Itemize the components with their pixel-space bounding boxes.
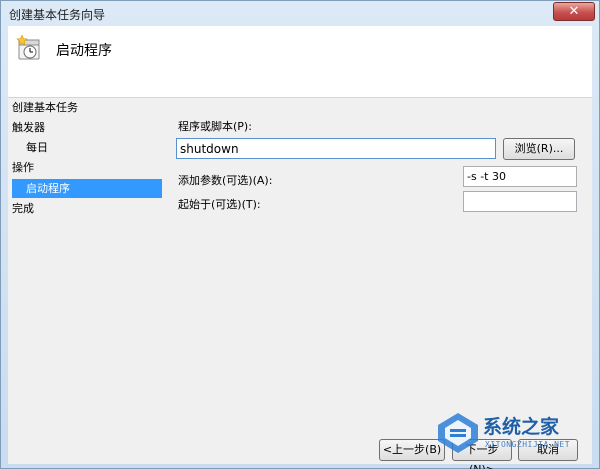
close-icon: ✕	[568, 4, 580, 19]
step-item-finish: 完成	[12, 202, 34, 215]
browse-button[interactable]: 浏览(R)...	[503, 138, 575, 160]
close-button[interactable]: ✕	[553, 2, 595, 21]
program-label: 程序或脚本(P):	[178, 120, 252, 133]
args-label: 添加参数(可选)(A):	[178, 174, 273, 187]
task-clock-icon	[16, 35, 40, 60]
args-input[interactable]	[463, 166, 577, 187]
start-in-label: 起始于(可选)(T):	[178, 198, 261, 211]
page-title: 启动程序	[56, 43, 112, 59]
program-input[interactable]	[176, 138, 496, 159]
wizard-header: 启动程序	[8, 26, 592, 98]
wizard-window: 创建基本任务向导 ✕ 启动程序 创建基本任务 触发器 每日 操作 启动程序 完成…	[0, 0, 600, 469]
step-item-start-program: 启动程序	[12, 179, 162, 198]
step-item-trigger: 触发器	[12, 121, 45, 134]
step-list: 创建基本任务 触发器 每日 操作 启动程序 完成	[8, 98, 168, 438]
watermark-text: 系统之家	[483, 416, 560, 438]
start-in-input[interactable]	[463, 191, 577, 212]
watermark-logo-icon	[438, 413, 478, 453]
step-item-action: 操作	[12, 161, 34, 174]
title-bar[interactable]: 创建基本任务向导 ✕	[1, 1, 599, 25]
window-title: 创建基本任务向导	[9, 8, 106, 22]
step-item-create-task: 创建基本任务	[12, 101, 78, 114]
step-item-daily: 每日	[26, 141, 48, 154]
site-watermark: 系统之家 XITONGZHIJIA.NET	[433, 406, 593, 462]
watermark-subtext: XITONGZHIJIA.NET	[485, 440, 571, 449]
